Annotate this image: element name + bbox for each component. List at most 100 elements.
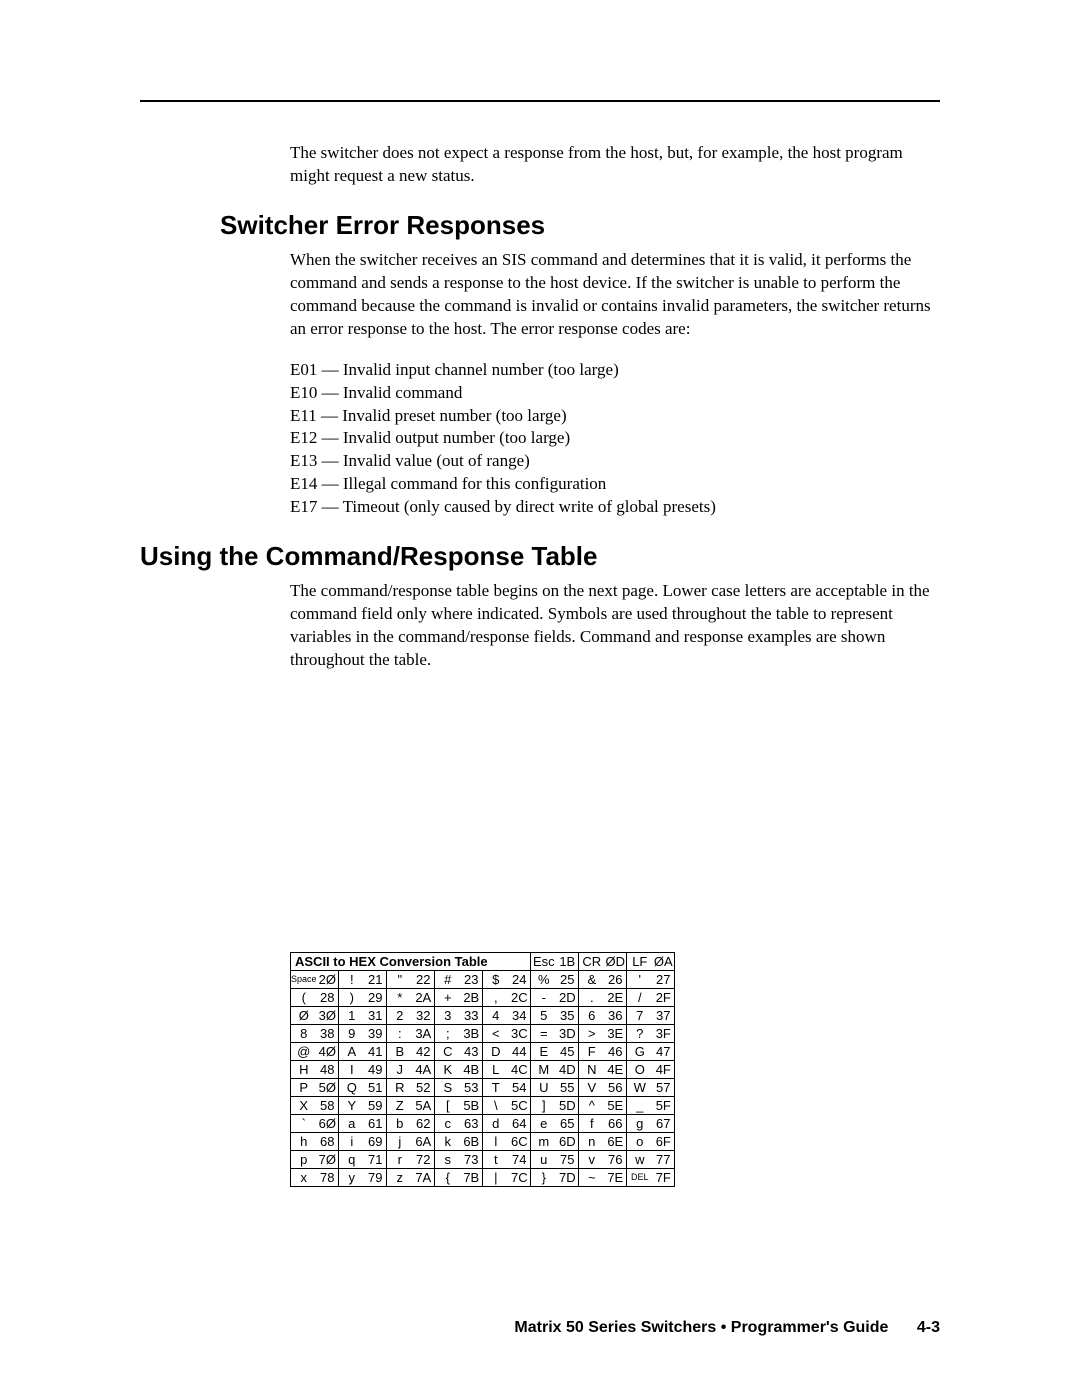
ascii-hex: 72 [413,1150,435,1168]
ascii-char: e [531,1114,557,1132]
ascii-char: W [627,1078,653,1096]
intro-paragraph: The switcher does not expect a response … [290,142,940,188]
ascii-hex: 39 [365,1024,387,1042]
ascii-hex: 3C [509,1024,531,1042]
ascii-char: " [387,970,413,988]
ascii-row: P5ØQ51R52S53T54U55V56W57 [291,1078,675,1096]
ascii-hex: 3E [605,1024,627,1042]
ascii-hex: 7E [605,1168,627,1186]
heading-error-responses: Switcher Error Responses [220,210,940,241]
ascii-hex: 4D [557,1060,579,1078]
ascii-hex: 55 [557,1078,579,1096]
ascii-hex: 57 [653,1078,675,1096]
ascii-hex: 23 [461,970,483,988]
ascii-hex: 3A [413,1024,435,1042]
ascii-char: D [483,1042,509,1060]
ascii-hex: 46 [605,1042,627,1060]
ascii-special-hex: ØD [605,952,627,970]
ascii-char: { [435,1168,461,1186]
ascii-row: p7Øq71r72s73t74u75v76w77 [291,1150,675,1168]
ascii-char: [ [435,1096,461,1114]
ascii-hex: 3D [557,1024,579,1042]
ascii-hex: 4Ø [317,1042,339,1060]
ascii-hex: 5E [605,1096,627,1114]
ascii-char: DEL [627,1168,653,1186]
ascii-hex: 7C [509,1168,531,1186]
ascii-char: Space [291,970,317,988]
ascii-hex: 28 [317,988,339,1006]
ascii-char: s [435,1150,461,1168]
ascii-char: % [531,970,557,988]
ascii-row: X58Y59Z5A[5B\5C]5D^5E_5F [291,1096,675,1114]
ascii-hex: 5A [413,1096,435,1114]
ascii-hex: 33 [461,1006,483,1024]
ascii-hex: 5B [461,1096,483,1114]
ascii-hex: 47 [653,1042,675,1060]
error-paragraph: When the switcher receives an SIS comman… [290,249,940,341]
error-code-line: E01 — Invalid input channel number (too … [290,359,940,382]
ascii-char: 4 [483,1006,509,1024]
ascii-hex: 71 [365,1150,387,1168]
ascii-hex: 75 [557,1150,579,1168]
ascii-row: @4ØA41B42C43D44E45F46G47 [291,1042,675,1060]
ascii-hex: 7B [461,1168,483,1186]
ascii-char: ] [531,1096,557,1114]
ascii-char: r [387,1150,413,1168]
ascii-char: c [435,1114,461,1132]
ascii-char: x [291,1168,317,1186]
ascii-char: > [579,1024,605,1042]
ascii-char: 8 [291,1024,317,1042]
ascii-char: t [483,1150,509,1168]
ascii-special-char: LF [627,952,653,970]
ascii-row: `6Øa61b62c63d64e65f66g67 [291,1114,675,1132]
ascii-char: p [291,1150,317,1168]
ascii-hex: 24 [509,970,531,988]
ascii-row: H48I49J4AK4BL4CM4DN4EO4F [291,1060,675,1078]
ascii-char: + [435,988,461,1006]
ascii-char: z [387,1168,413,1186]
ascii-hex: 2D [557,988,579,1006]
ascii-hex: 2Ø [317,970,339,988]
ascii-hex: 4A [413,1060,435,1078]
ascii-hex: 41 [365,1042,387,1060]
ascii-char: B [387,1042,413,1060]
ascii-hex: 4B [461,1060,483,1078]
page-footer: Matrix 50 Series Switchers • Programmer'… [514,1319,940,1337]
ascii-char: m [531,1132,557,1150]
ascii-hex: 6F [653,1132,675,1150]
ascii-hex: 35 [557,1006,579,1024]
ascii-char: 3 [435,1006,461,1024]
ascii-char: : [387,1024,413,1042]
ascii-row: x78y79z7A{7B|7C}7D~7EDEL7F [291,1168,675,1186]
footer-page-number: 4-3 [917,1319,940,1336]
ascii-char: $ [483,970,509,988]
ascii-char: Y [339,1096,365,1114]
ascii-char: j [387,1132,413,1150]
ascii-char: n [579,1132,605,1150]
ascii-char: _ [627,1096,653,1114]
ascii-hex: 58 [317,1096,339,1114]
ascii-char: \ [483,1096,509,1114]
ascii-hex: 2E [605,988,627,1006]
ascii-hex: 43 [461,1042,483,1060]
ascii-hex: 6Ø [317,1114,339,1132]
ascii-char: H [291,1060,317,1078]
ascii-hex: 7F [653,1168,675,1186]
ascii-char: i [339,1132,365,1150]
ascii-hex: 6E [605,1132,627,1150]
ascii-hex: 26 [605,970,627,988]
ascii-hex: 36 [605,1006,627,1024]
ascii-char: S [435,1078,461,1096]
ascii-hex: 51 [365,1078,387,1096]
ascii-hex: 65 [557,1114,579,1132]
ascii-char: o [627,1132,653,1150]
ascii-hex-table: ASCII to HEX Conversion TableEsc1BCRØDLF… [290,952,675,1187]
ascii-hex: 25 [557,970,579,988]
ascii-char: # [435,970,461,988]
ascii-char: 6 [579,1006,605,1024]
ascii-hex: 5D [557,1096,579,1114]
ascii-char: g [627,1114,653,1132]
ascii-hex: 21 [365,970,387,988]
ascii-char: Q [339,1078,365,1096]
ascii-hex: 77 [653,1150,675,1168]
